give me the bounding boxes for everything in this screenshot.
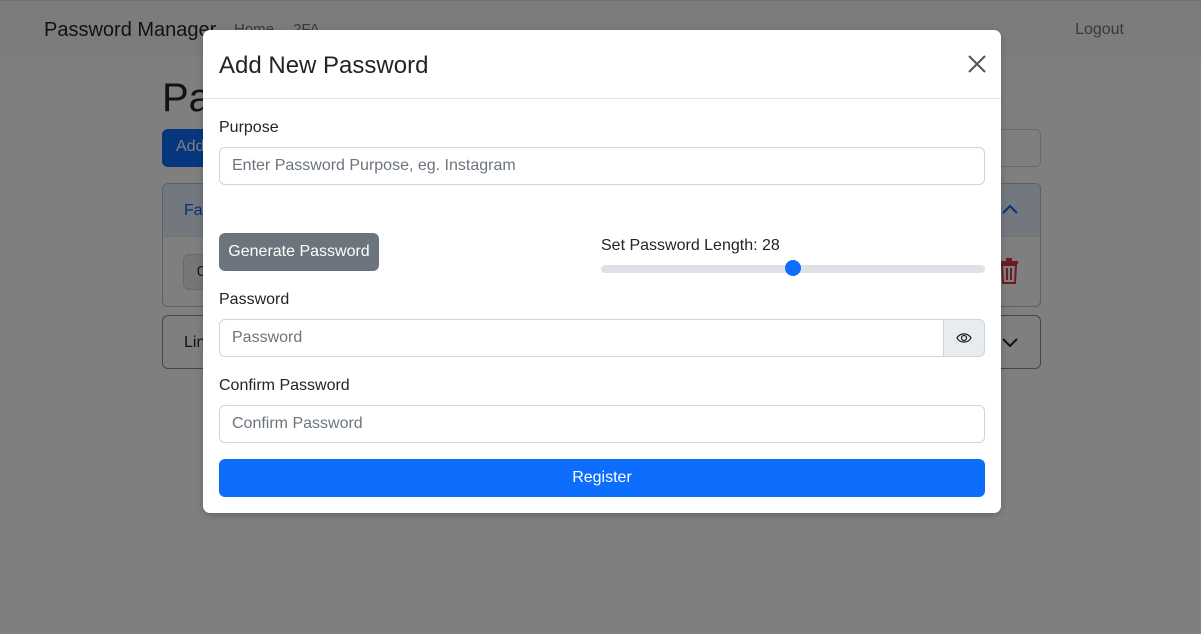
- close-icon[interactable]: [966, 53, 988, 75]
- confirm-password-input[interactable]: [219, 405, 985, 443]
- purpose-input[interactable]: [219, 147, 985, 185]
- password-label: Password: [219, 291, 290, 308]
- slider-thumb[interactable]: [785, 260, 801, 276]
- generate-password-button[interactable]: Generate Password: [219, 233, 379, 271]
- add-password-modal: Add New Password Purpose Generate Passwo…: [203, 30, 1001, 513]
- register-button[interactable]: Register: [219, 459, 985, 497]
- password-length-label: Set Password Length: 28: [601, 237, 780, 254]
- modal-header: Add New Password: [203, 30, 1001, 99]
- toggle-visibility-button[interactable]: [943, 319, 985, 357]
- purpose-label: Purpose: [219, 119, 279, 136]
- modal-title: Add New Password: [219, 52, 429, 79]
- confirm-password-label: Confirm Password: [219, 377, 350, 394]
- password-input[interactable]: [219, 319, 944, 357]
- eye-icon: [956, 333, 972, 343]
